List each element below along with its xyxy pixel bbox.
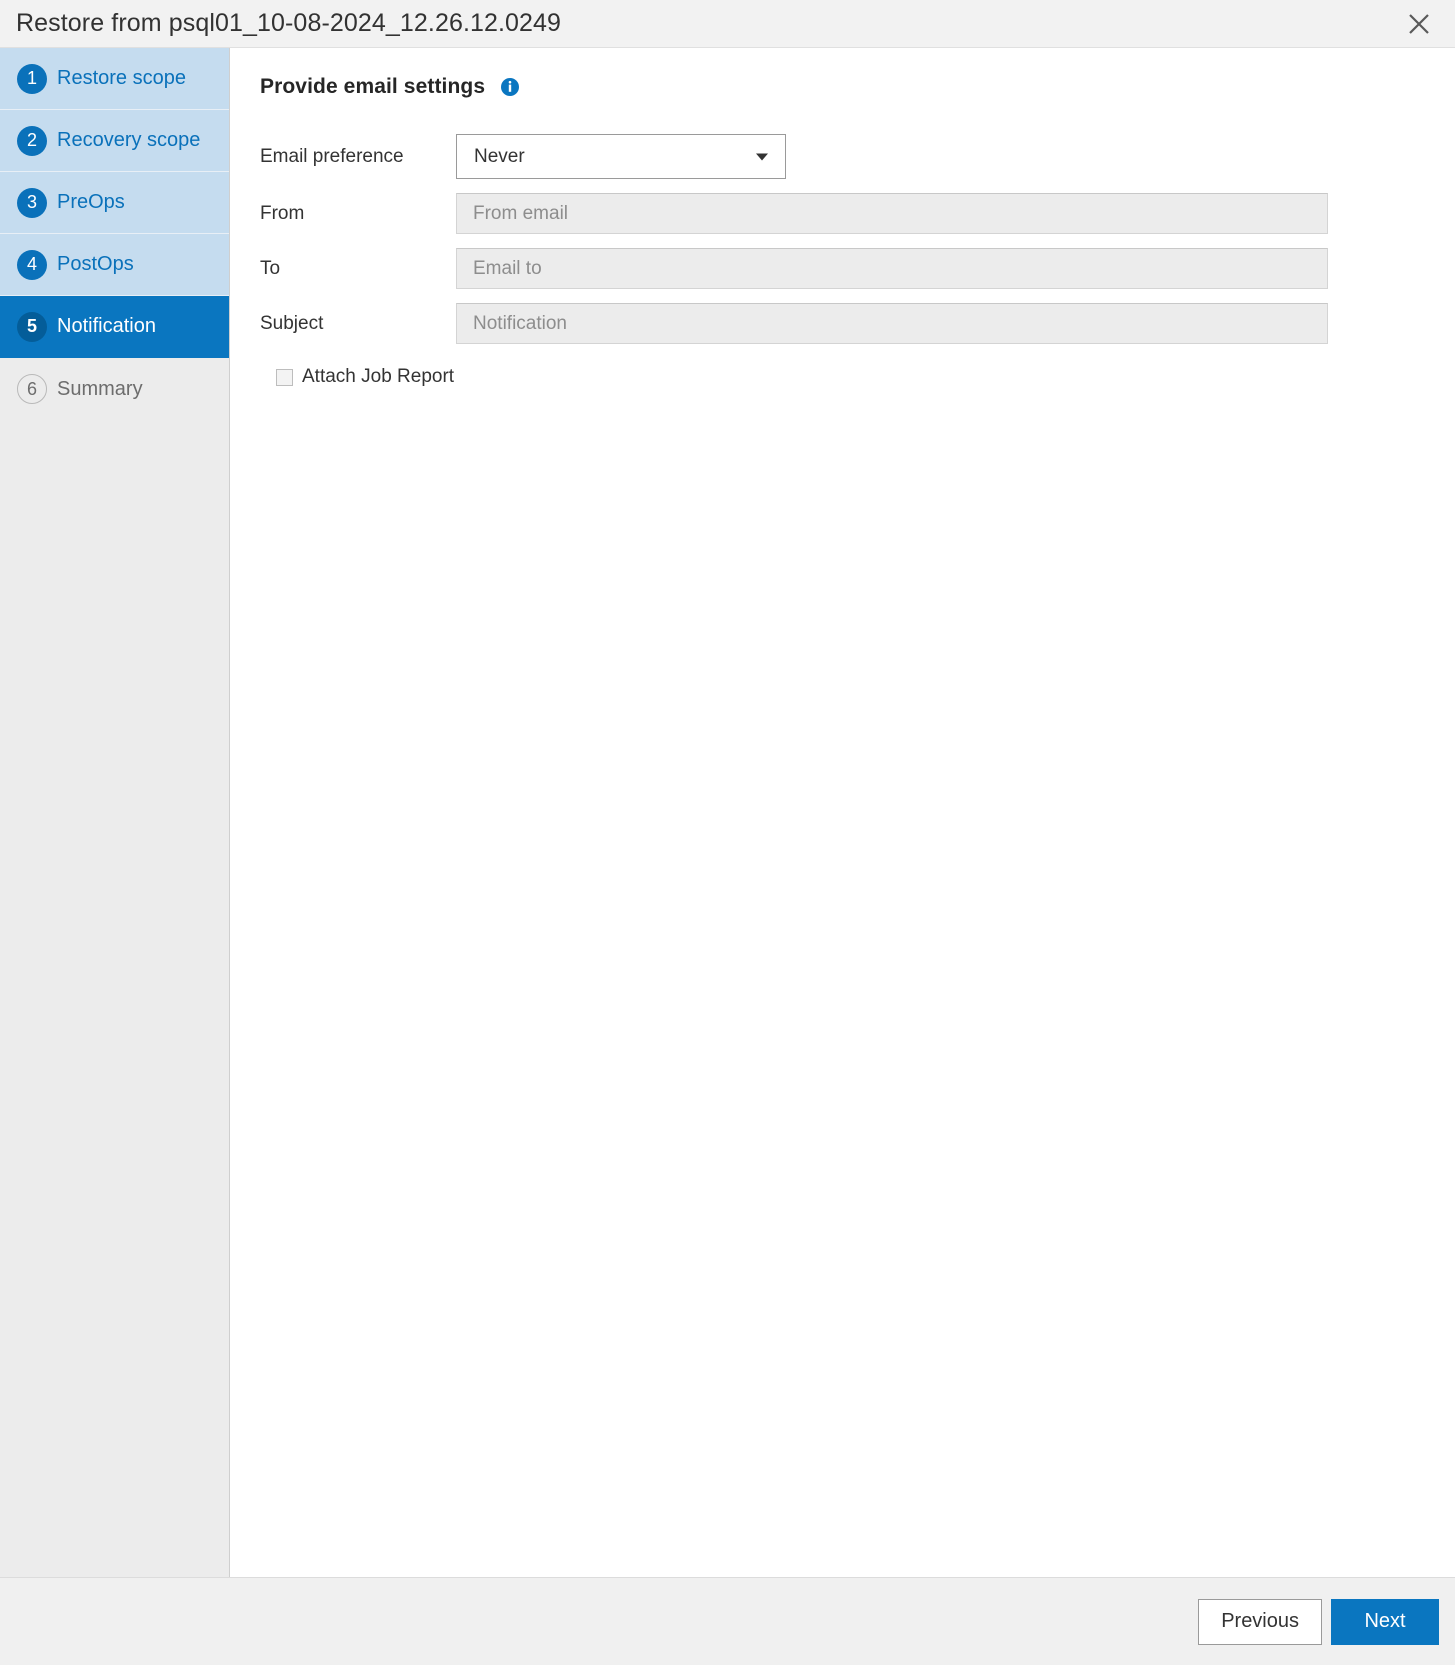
- previous-button[interactable]: Previous: [1198, 1598, 1322, 1645]
- dialog-titlebar: Restore from psql01_10-08-2024_12.26.12.…: [0, 0, 1455, 48]
- from-label: From: [260, 202, 305, 224]
- step-label: Restore scope: [57, 67, 186, 89]
- attach-job-report-checkbox[interactable]: [276, 368, 293, 386]
- email-preference-row: Email preference Never: [260, 134, 1455, 179]
- sidebar-step-postops[interactable]: 4 PostOps: [0, 234, 229, 296]
- dialog-footer: Previous Next: [0, 1577, 1455, 1665]
- sidebar-step-recovery-scope[interactable]: 2 Recovery scope: [0, 110, 229, 172]
- to-label: To: [260, 257, 281, 279]
- dialog-title: Restore from psql01_10-08-2024_12.26.12.…: [16, 9, 562, 37]
- sidebar-step-summary[interactable]: 6 Summary: [0, 358, 229, 420]
- step-label: PostOps: [57, 253, 134, 275]
- subject-row: Subject: [260, 303, 1455, 344]
- attach-job-report-row[interactable]: Attach Job Report: [276, 366, 454, 388]
- section-heading: Provide email settings: [260, 74, 1455, 100]
- step-label: Summary: [57, 377, 143, 400]
- step-number-badge: 6: [17, 374, 47, 404]
- sidebar-step-preops[interactable]: 3 PreOps: [0, 172, 229, 234]
- restore-wizard-dialog: Restore from psql01_10-08-2024_12.26.12.…: [0, 0, 1455, 1665]
- email-preference-label: Email preference: [260, 145, 404, 167]
- dialog-body: 1 Restore scope 2 Recovery scope 3 PreOp…: [0, 48, 1455, 1577]
- step-label: Recovery scope: [57, 129, 201, 151]
- wizard-step-sidebar: 1 Restore scope 2 Recovery scope 3 PreOp…: [0, 48, 230, 1577]
- attach-job-report-label: Attach Job Report: [302, 366, 455, 387]
- close-icon[interactable]: [1393, 0, 1445, 48]
- email-preference-select[interactable]: Never: [456, 134, 786, 179]
- sidebar-step-notification[interactable]: 5 Notification: [0, 296, 229, 358]
- next-button[interactable]: Next: [1331, 1598, 1439, 1645]
- to-row: To: [260, 248, 1455, 289]
- info-icon[interactable]: [501, 78, 520, 96]
- info-circle-glyph: [501, 78, 520, 96]
- subject-input[interactable]: [456, 303, 1328, 344]
- notification-settings-panel: Provide email settings Email preference …: [230, 48, 1455, 1577]
- to-email-input[interactable]: [456, 248, 1328, 289]
- sidebar-filler: [0, 420, 229, 1577]
- step-label: PreOps: [57, 191, 125, 213]
- close-x-glyph: [1409, 14, 1429, 34]
- sidebar-step-restore-scope[interactable]: 1 Restore scope: [0, 48, 229, 110]
- step-number-badge: 1: [17, 63, 47, 94]
- email-preference-select-value[interactable]: Never: [456, 134, 786, 179]
- page-title: Provide email settings: [260, 75, 486, 98]
- subject-label: Subject: [260, 312, 324, 334]
- step-number-badge: 2: [17, 125, 47, 156]
- step-label: Notification: [57, 315, 156, 337]
- step-number-badge: 5: [17, 311, 47, 342]
- step-number-badge: 3: [17, 187, 47, 218]
- from-row: From: [260, 193, 1455, 234]
- step-number-badge: 4: [17, 249, 47, 280]
- from-email-input[interactable]: [456, 193, 1328, 234]
